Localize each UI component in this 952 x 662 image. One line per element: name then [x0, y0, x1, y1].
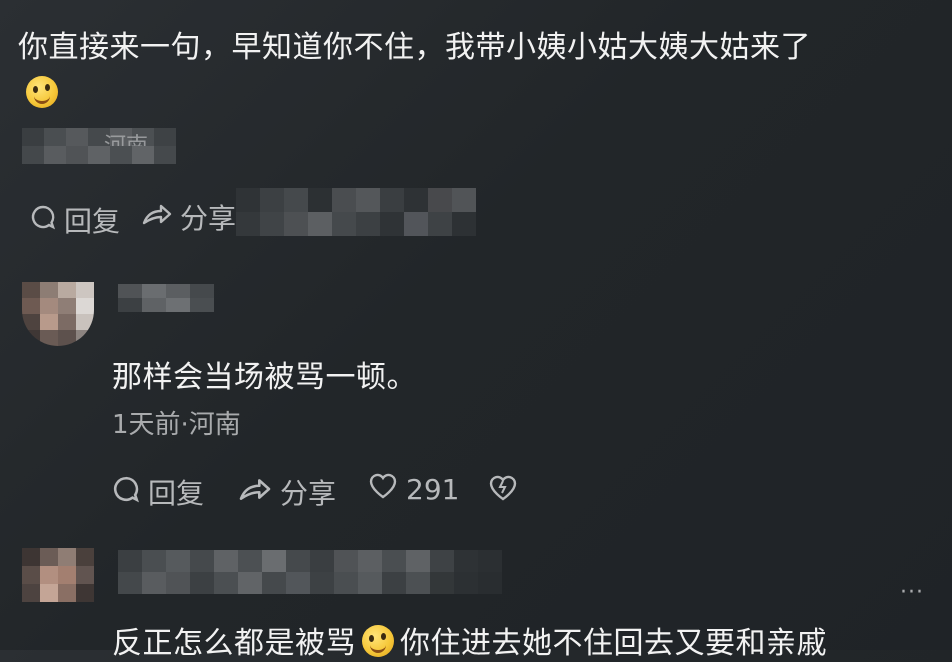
like-count: 291: [406, 473, 460, 506]
comment-2-reply-button[interactable]: 回复: [112, 472, 204, 512]
avatar[interactable]: [22, 282, 94, 346]
broken-heart-icon: [488, 474, 518, 509]
comment-1-reply-button[interactable]: 回复: [30, 200, 120, 240]
comment-icon: [112, 475, 140, 510]
comment-2-share-button[interactable]: 分享: [238, 472, 336, 512]
comment-3-text-part-1: 反正怎么都是被骂: [112, 626, 356, 661]
dislike-button[interactable]: [488, 474, 518, 509]
comment-1-reply-label: 回复: [64, 205, 121, 238]
smiling-face-icon: [26, 76, 58, 108]
more-options-icon[interactable]: ···: [900, 580, 924, 605]
username-blurred[interactable]: [118, 284, 214, 312]
avatar[interactable]: [22, 548, 94, 602]
comment-1-share-label: 分享: [180, 202, 237, 234]
like-button[interactable]: 291: [368, 472, 459, 507]
comment-3-text: 反正怎么都是被骂 你住进去她不住回去又要和亲戚: [112, 618, 827, 662]
comment-1-location: 河南: [104, 128, 148, 146]
blurred-block: [236, 188, 476, 236]
comment-icon: [30, 204, 56, 237]
comment-1-share-button[interactable]: 分享: [142, 200, 236, 234]
comment-2-reply-label: 回复: [148, 477, 205, 510]
blurred-meta: [22, 128, 176, 164]
comment-1-text: 你直接来一句，早知道你不住，我带小姨小姑大姨大姑来了: [18, 30, 811, 65]
smiling-face-icon: [362, 623, 394, 658]
heart-icon: [368, 472, 398, 507]
comment-2-meta: 1天前·河南: [112, 410, 241, 440]
comment-3-text-part-2: 你住进去她不住回去又要和亲戚: [400, 626, 827, 661]
share-icon: [238, 475, 272, 510]
comment-2-share-label: 分享: [280, 477, 337, 510]
share-icon: [142, 201, 172, 234]
comment-2-text: 那样会当场被骂一顿。: [112, 360, 417, 395]
username-blurred[interactable]: [118, 550, 502, 594]
